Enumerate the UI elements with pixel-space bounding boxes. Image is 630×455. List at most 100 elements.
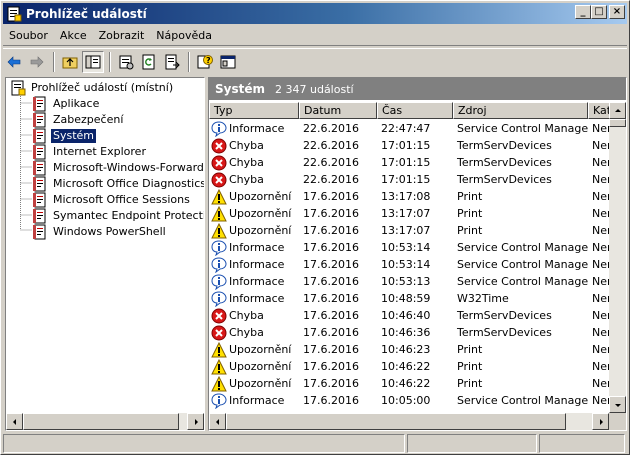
event-log-icon [33,208,46,224]
event-list-pane: Systém 2 347 událostí Typ Datum Čas Zdro… [208,77,627,431]
tree-item-4[interactable]: Microsoft-Windows-Forwarding/ [32,160,204,176]
close-button[interactable]: × [609,5,625,19]
tree-item-1[interactable]: Zabezpečení [32,112,125,128]
event-log-icon [33,112,46,128]
table-row[interactable]: Upozornění 17.6.2016 13:17:07 Print Nen [209,222,609,239]
column-header-datum[interactable]: Datum [299,102,377,119]
arrow-left-icon [215,418,219,425]
tree-item-label: Microsoft-Windows-Forwarding/ [53,161,204,174]
scroll-down-button[interactable] [609,396,626,413]
menu-napoveda[interactable]: Nápověda [150,29,218,42]
table-row[interactable]: Informace 17.6.2016 10:48:59 W32Time Nen [209,290,609,307]
information-icon [211,120,227,137]
column-header-typ[interactable]: Typ [209,102,299,119]
table-row[interactable]: Informace 17.6.2016 10:05:00 Service Contro… [209,392,609,409]
scrollbar-thumb[interactable] [226,413,566,430]
table-row[interactable]: Chyba 22.6.2016 17:01:15 TermServDevices Nen [209,171,609,188]
information-icon [211,273,227,290]
warning-icon [211,358,227,374]
menu-zobrazit[interactable]: Zobrazit [93,29,151,42]
table-row[interactable]: Upozornění 17.6.2016 10:46:23 Print Nen [209,341,609,358]
arrow-down-icon [614,403,621,407]
cell-source: Print [457,377,483,390]
table-row[interactable]: Chyba 22.6.2016 17:01:15 TermServDevices Nen [209,137,609,154]
cell-time: 17:01:15 [381,139,431,152]
tree-item-0[interactable]: Aplikace [32,96,101,112]
scroll-right-button[interactable] [187,413,204,430]
tree-root[interactable]: Prohlížeč událostí (místní) [10,80,175,96]
status-panel-main [3,434,405,453]
column-header-zdroj[interactable]: Zdroj [453,102,588,119]
information-icon [211,290,227,307]
minimize-button[interactable]: _ [575,5,591,19]
table-row[interactable]: Informace 17.6.2016 10:53:14 Service Contro… [209,239,609,256]
show-hide-tree-button[interactable] [82,50,104,73]
tree-item-8[interactable]: Windows PowerShell [32,224,168,240]
warning-icon [211,375,227,391]
show-hide-tree-icon [85,55,101,68]
table-row[interactable]: Upozornění 17.6.2016 10:46:22 Print Nen [209,358,609,375]
table-row[interactable]: Chyba 17.6.2016 10:46:40 TermServDevices Nen [209,307,609,324]
cell-source: TermServDevices [457,326,552,339]
column-header-cas[interactable]: Čas [377,102,453,119]
tree-item-label: Symantec Endpoint Protection C [53,209,204,222]
console-button[interactable] [217,51,239,73]
title-bar[interactable]: Prohlížeč událostí _ □ × [3,3,627,24]
cell-time: 10:46:22 [381,360,431,373]
maximize-button[interactable]: □ [591,5,607,19]
cell-source: TermServDevices [457,139,552,152]
table-row[interactable]: Chyba 17.6.2016 10:46:36 TermServDevices Nen [209,324,609,341]
cell-category: Nen [592,241,609,254]
cell-type: Informace [209,273,299,290]
cell-source: Print [457,224,483,237]
event-log-icon [33,160,46,176]
cell-type: Upozornění [209,375,299,392]
cell-date: 17.6.2016 [303,241,359,254]
cell-category: Nen [592,377,609,390]
tree-item-7[interactable]: Symantec Endpoint Protection C [32,208,204,224]
tree-item-3[interactable]: Internet Explorer [32,144,148,160]
table-row[interactable]: Informace 17.6.2016 10:53:13 Service Contro… [209,273,609,290]
menu-soubor[interactable]: Soubor [3,29,54,42]
cell-type: Chyba [209,172,299,188]
back-button[interactable] [3,51,25,73]
table-row[interactable]: Chyba 22.6.2016 17:01:15 TermServDevices Nen [209,154,609,171]
console-icon [220,55,236,68]
table-row[interactable]: Upozornění 17.6.2016 13:17:08 Print Nen [209,188,609,205]
forward-arrow-icon [30,55,44,68]
table-row[interactable]: Upozornění 17.6.2016 13:17:07 Print Nen [209,205,609,222]
log-tree-pane[interactable]: Prohlížeč událostí (místní) Aplikace Zabe… [5,77,205,431]
scroll-right-button[interactable] [592,413,609,430]
scroll-left-button[interactable] [6,413,23,430]
event-list-vertical-scrollbar[interactable] [609,102,626,413]
scroll-left-button[interactable] [209,413,226,430]
forward-button[interactable] [26,51,48,73]
cell-type: Chyba [209,325,299,341]
status-bar [3,434,627,453]
properties-button[interactable] [115,51,137,73]
table-row[interactable]: Upozornění 17.6.2016 10:46:22 Print Nen [209,375,609,392]
scroll-up-button[interactable] [609,102,626,119]
cell-source: W32Time [457,292,509,305]
scrollbar-thumb[interactable] [609,119,626,127]
warning-icon [211,341,227,357]
menu-akce[interactable]: Akce [54,29,93,42]
cell-date: 17.6.2016 [303,377,359,390]
cell-date: 17.6.2016 [303,343,359,356]
tree-item-5[interactable]: Microsoft Office Diagnostics [32,176,204,192]
tree-horizontal-scrollbar[interactable] [6,413,204,430]
export-list-button[interactable] [161,51,183,73]
table-row[interactable]: Informace 17.6.2016 10:53:14 Service Contro… [209,256,609,273]
cell-source: Print [457,190,483,203]
tree-item-6[interactable]: Microsoft Office Sessions [32,192,192,208]
table-row[interactable]: Informace 22.6.2016 22:47:47 Service Contro… [209,120,609,137]
event-list-horizontal-scrollbar[interactable] [209,413,609,430]
warning-icon [211,222,227,238]
help-button[interactable]: ? [194,51,216,73]
cell-date: 17.6.2016 [303,394,359,407]
scrollbar-thumb[interactable] [23,413,179,430]
refresh-button[interactable] [138,51,160,73]
up-level-button[interactable] [59,51,81,73]
back-arrow-icon [7,55,21,68]
tree-item-2[interactable]: Systém [32,128,97,144]
